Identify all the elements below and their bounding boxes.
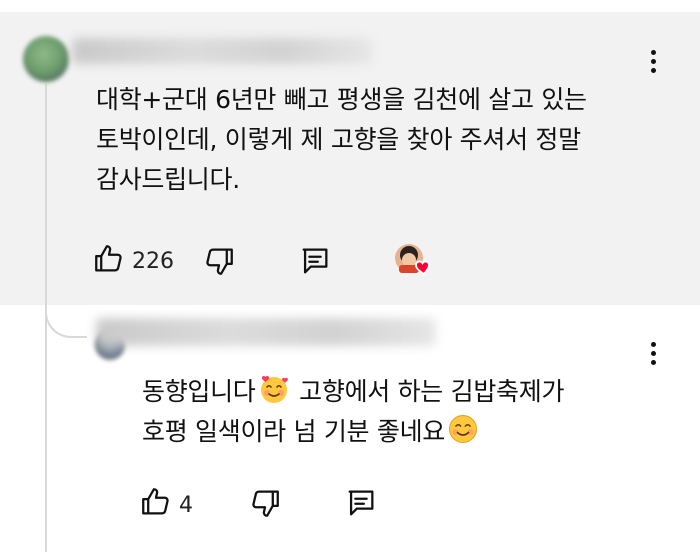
commenter-avatar[interactable] (23, 36, 69, 82)
more-vertical-icon[interactable] (643, 44, 663, 78)
reply-text-line1-b: 고향에서 하는 김밥축제가 (291, 377, 565, 406)
creator-heart-badge (395, 244, 430, 276)
reply-author-name-redacted (96, 318, 436, 346)
top-strip (0, 0, 700, 12)
like-count: 226 (132, 249, 174, 274)
reply-text-line1-a: 동향입니다 (142, 377, 256, 406)
thumbs-down-icon[interactable] (202, 244, 236, 278)
commenter-name-redacted (72, 38, 372, 64)
smiling-face-with-hearts-emoji (260, 376, 288, 403)
thumbs-down-icon[interactable] (248, 486, 282, 520)
thumbs-up-icon[interactable] (92, 242, 126, 276)
smiling-face-emoji (449, 415, 477, 443)
more-vertical-icon[interactable] (643, 336, 663, 370)
comment-text: 대학+군대 6년만 빼고 평생을 김천에 살고 있는 토박이인데, 이렇게 제 … (96, 85, 587, 194)
reply-like-count: 4 (179, 493, 193, 518)
reply-text: 동향입니다 고향에서 하는 김밥축제가 호평 일색이라 넘 기분 좋네요 (142, 372, 564, 452)
thumbs-up-icon[interactable] (139, 485, 173, 519)
reply-comment-icon[interactable] (298, 244, 332, 278)
thread-connector (45, 296, 87, 338)
reply-text-line2: 호평 일색이라 넘 기분 좋네요 (142, 417, 445, 446)
reply-comment-icon[interactable] (344, 486, 378, 520)
